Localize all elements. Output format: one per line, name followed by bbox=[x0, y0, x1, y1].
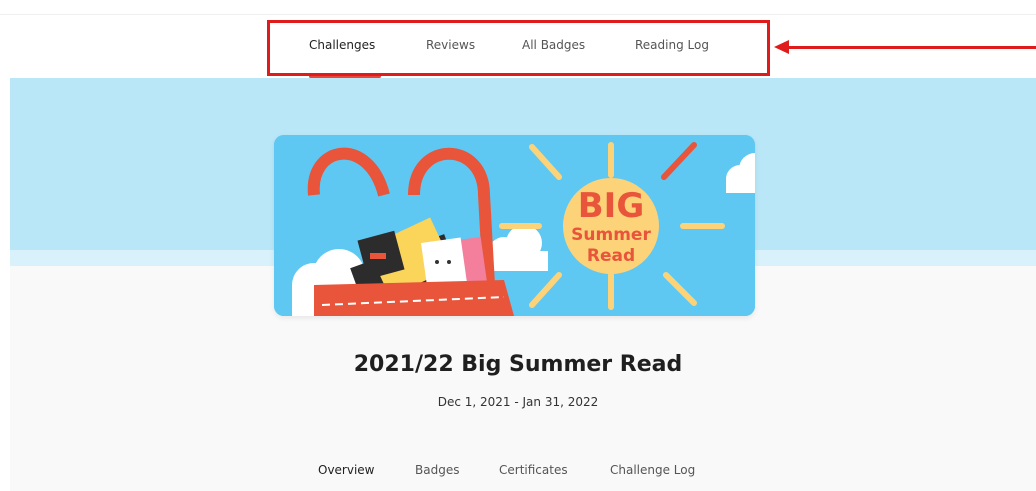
tab-certificates[interactable]: Certificates bbox=[499, 463, 568, 477]
page: Challenges Reviews All Badges Reading Lo… bbox=[0, 0, 1036, 491]
challenge-tabs: Overview Badges Certificates Challenge L… bbox=[0, 463, 1036, 483]
tab-badges[interactable]: Badges bbox=[415, 463, 459, 477]
challenge-dates: Dec 1, 2021 - Jan 31, 2022 bbox=[437, 395, 599, 409]
top-divider bbox=[0, 14, 1036, 15]
challenge-banner: BIG Summer Read bbox=[274, 135, 755, 316]
banner-logo-summer: Summer bbox=[571, 225, 651, 245]
banner-illustration: BIG Summer Read bbox=[274, 135, 755, 316]
challenge-title: 2021/22 Big Summer Read bbox=[353, 352, 683, 377]
tab-overview[interactable]: Overview bbox=[318, 463, 375, 477]
banner-logo-read: Read bbox=[587, 246, 635, 266]
left-margin bbox=[0, 78, 10, 491]
annotation-highlight-box bbox=[267, 20, 770, 76]
banner-logo-big: BIG bbox=[578, 186, 644, 226]
annotation-arrow-line bbox=[788, 46, 1036, 49]
annotation-arrow-head bbox=[774, 40, 789, 54]
tab-challenge-log[interactable]: Challenge Log bbox=[610, 463, 695, 477]
